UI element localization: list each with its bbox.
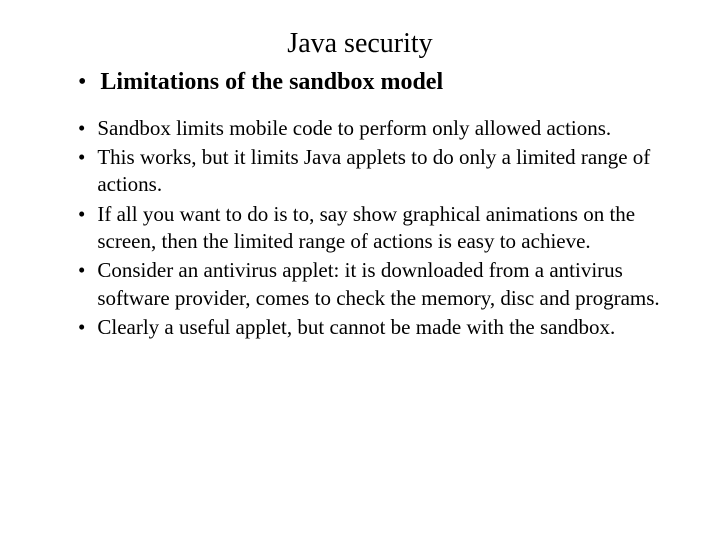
bullet-icon: • [78,257,85,284]
bullet-text: This works, but it limits Java applets t… [97,144,670,199]
bullet-text: Clearly a useful applet, but cannot be m… [97,314,615,341]
list-item: • Consider an antivirus applet: it is do… [78,257,670,312]
bullet-icon: • [78,115,85,142]
bullet-icon: • [78,314,85,341]
slide-title: Java security [50,28,670,60]
list-item: • This works, but it limits Java applets… [78,144,670,199]
bullet-text: Consider an antivirus applet: it is down… [97,257,670,312]
bullet-text: Sandbox limits mobile code to perform on… [97,115,611,142]
subtitle-row: • Limitations of the sandbox model [50,68,670,97]
bullet-icon: • [78,144,85,171]
bullet-text: If all you want to do is to, say show gr… [97,201,670,256]
bullet-icon: • [78,201,85,228]
list-item: • If all you want to do is to, say show … [78,201,670,256]
list-item: • Sandbox limits mobile code to perform … [78,115,670,142]
list-item: • Clearly a useful applet, but cannot be… [78,314,670,341]
bullet-icon: • [78,68,86,97]
slide-subtitle: Limitations of the sandbox model [100,68,443,97]
body-list: • Sandbox limits mobile code to perform … [50,115,670,341]
